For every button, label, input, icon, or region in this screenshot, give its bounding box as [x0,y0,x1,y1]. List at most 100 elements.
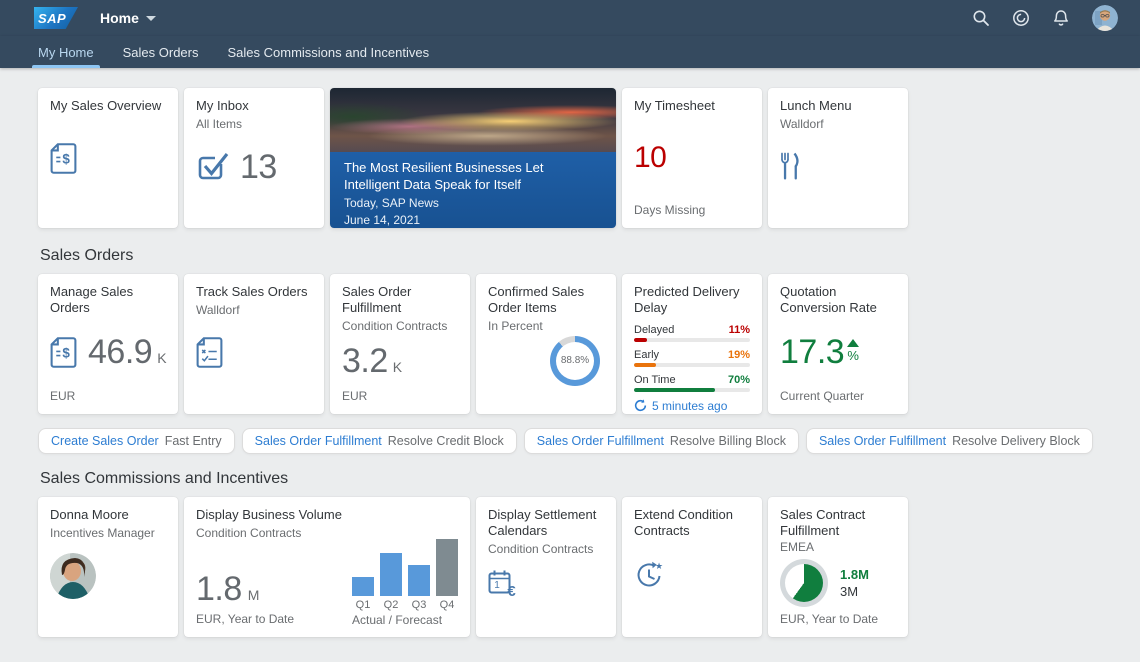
tile-extend-condition-contracts[interactable]: Extend Condition Contracts ★ [622,497,762,637]
inbox-count: 13 [240,150,277,184]
tile-title: My Timesheet [634,98,750,114]
tile-subtitle: Condition Contracts [196,526,458,540]
tile-footer [50,612,166,627]
svg-text:€: € [507,583,516,599]
tile-title: Sales Order Fulfillment [342,284,458,316]
delivery-row: Delayed 11% [634,324,750,342]
link-resolve-delivery-block[interactable]: Sales Order Fulfillment Resolve Delivery… [806,428,1093,454]
tile-title: Sales Contract Fulfillment [780,507,896,539]
refresh-timestamp: 5 minutes ago [652,399,727,413]
svg-text:$: $ [62,346,70,361]
link-create-sales-order[interactable]: Create Sales Order Fast Entry [38,428,235,454]
extend-history-star-icon: ★ [634,560,664,590]
tile-my-timesheet[interactable]: My Timesheet 10 Days Missing [622,88,762,228]
tile-title: Confirmed Sales Order Items [488,284,604,316]
business-volume-chart: Q1Q2Q3Q4 Actual / Forecast [352,549,458,627]
tile-sales-contract-fulfillment[interactable]: Sales Contract Fulfillment EMEA 1.8M 3M … [768,497,908,637]
fulfillment-value: 3.2 [342,344,388,378]
contract-target-value: 3M [840,584,869,599]
tab-sales-commissions[interactable]: Sales Commissions and Incentives [222,36,436,68]
tile-footer [634,612,750,627]
tile-news[interactable]: The Most Resilient Businesses Let Intell… [330,88,616,228]
bar-q4: Q4 [436,539,458,611]
launchpad-content: My Sales Overview $ My Inbox All Items 1… [0,68,1140,637]
timesheet-days-missing-value: 10 [634,143,666,173]
tile-footer: EUR, Year to Date [780,612,896,627]
confirmed-donut-ring: 88.8% [550,336,600,386]
delivery-bar-track [634,338,750,342]
delivery-value: 70% [728,374,750,386]
svg-text:★: ★ [655,562,663,572]
user-avatar[interactable] [1092,5,1118,31]
delivery-bar-fill [634,363,656,367]
tile-confirmed-sales-order-items[interactable]: Confirmed Sales Order Items In Percent 8… [476,274,616,414]
delivery-value: 11% [729,324,750,336]
tile-title: Track Sales Orders [196,284,312,300]
bar-q2: Q2 [380,553,402,611]
notifications-bell-icon[interactable] [1052,9,1070,27]
tile-footer [50,203,166,218]
link-resolve-credit-block[interactable]: Sales Order Fulfillment Resolve Credit B… [242,428,517,454]
quotation-value: 17.3 [780,335,844,369]
shell-header: SAP Home [0,0,1140,36]
settlement-calendar-icon: 1€ [488,569,518,599]
link-resolve-billing-block[interactable]: Sales Order Fulfillment Resolve Billing … [524,428,799,454]
tile-subtitle: EMEA [780,540,896,554]
delivery-delay-chart: Delayed 11% Early19% On Time 70% [634,324,750,399]
delivery-bar-track [634,363,750,367]
refresh-status[interactable]: 5 minutes ago [634,399,750,413]
delivery-bar-track [634,388,750,392]
my-home-tile-group: My Sales Overview $ My Inbox All Items 1… [38,88,1140,228]
bar-q1: Q1 [352,577,374,611]
news-text-overlay: The Most Resilient Businesses Let Intell… [330,152,616,228]
checklist-document-icon [196,337,223,368]
manage-orders-unit: K [157,350,166,369]
contract-pie-chart [780,559,828,607]
tile-title: Quotation Conversion Rate [780,284,896,316]
quotation-unit: % [847,348,859,363]
link-action: Create Sales Order [51,434,159,448]
tile-track-sales-orders[interactable]: Track Sales Orders Walldorf [184,274,324,414]
news-date: June 14, 2021 [344,212,602,228]
tile-footer-period: Current Quarter [780,389,896,404]
business-volume-kpi: 1.8 M EUR, Year to Date [196,572,294,627]
tile-my-sales-overview[interactable]: My Sales Overview $ [38,88,178,228]
chevron-down-icon [146,16,156,21]
shell-actions [972,5,1118,31]
person-name: Donna Moore [50,507,166,523]
delivery-row: Early19% [634,349,750,367]
tile-my-inbox[interactable]: My Inbox All Items 13 [184,88,324,228]
tile-predicted-delivery-delay[interactable]: Predicted Delivery Delay Delayed11% Earl… [622,274,762,414]
tile-manage-sales-orders[interactable]: Manage Sales Orders $ 46.9 K EUR [38,274,178,414]
tile-lunch-menu[interactable]: Lunch Menu Walldorf [768,88,908,228]
tile-display-settlement-calendars[interactable]: Display Settlement Calendars Condition C… [476,497,616,637]
trend-up-icon [847,339,859,347]
person-role: Incentives Manager [50,526,166,540]
delivery-label: On Time [634,374,676,386]
sap-logo[interactable]: SAP [34,7,78,29]
tile-quotation-conversion-rate[interactable]: Quotation Conversion Rate 17.3 % Current… [768,274,908,414]
section-title-sales-orders: Sales Orders [40,247,1140,265]
shell-title-menu[interactable]: Home [100,10,156,26]
tab-sales-orders[interactable]: Sales Orders [117,36,205,68]
timesheet-value-label: Days Missing [634,203,750,218]
tile-donna-moore[interactable]: Donna Moore Incentives Manager [38,497,178,637]
tile-sales-order-fulfillment[interactable]: Sales Order Fulfillment Condition Contra… [330,274,470,414]
contract-values: 1.8M 3M [840,567,869,599]
tile-display-business-volume[interactable]: Display Business Volume Condition Contra… [184,497,470,637]
shell-title-text: Home [100,10,139,26]
business-volume-bars: Q1Q2Q3Q4 [352,549,458,611]
refresh-icon [634,399,647,412]
link-desc: Resolve Credit Block [388,434,504,448]
tile-footer-currency: EUR [342,389,458,404]
delivery-label: Delayed [634,324,674,336]
search-icon[interactable] [972,9,990,27]
tile-subtitle: Condition Contracts [488,542,604,556]
delivery-label: Early [634,349,659,361]
fulfillment-unit: K [393,359,402,378]
tab-my-home[interactable]: My Home [32,36,100,68]
business-volume-unit: M [248,587,260,606]
quick-links-row: Create Sales Order Fast Entry Sales Orde… [38,428,1140,454]
tile-title: Manage Sales Orders [50,284,166,316]
copilot-icon[interactable] [1012,9,1030,27]
